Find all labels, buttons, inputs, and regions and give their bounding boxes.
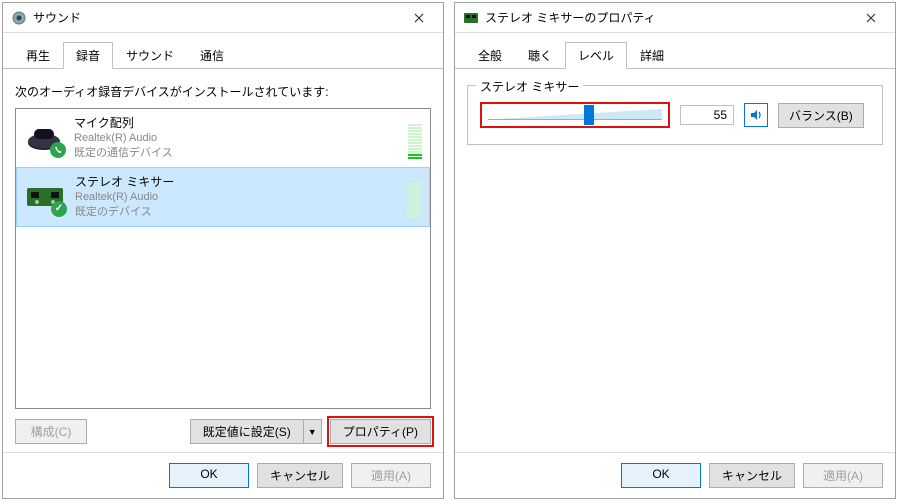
recording-tab-body: 次のオーディオ録音デバイスがインストールされています: マイク配列 Realte…	[3, 69, 443, 452]
level-meter	[407, 174, 421, 220]
cancel-button[interactable]: キャンセル	[709, 463, 795, 488]
bottom-bar: OK キャンセル 適用(A)	[455, 452, 895, 498]
levels-tab-body: ステレオ ミキサー 55 バランス(B)	[455, 69, 895, 452]
volume-slider[interactable]	[480, 102, 670, 128]
properties-button[interactable]: プロパティ(P)	[330, 419, 431, 444]
device-texts: マイク配列 Realtek(R) Audio 既定の通信デバイス	[74, 115, 398, 161]
balance-button[interactable]: バランス(B)	[778, 103, 864, 128]
tab-bar: 全般 聴く レベル 詳細	[455, 33, 895, 69]
tab-recording[interactable]: 録音	[63, 42, 113, 69]
close-button[interactable]	[399, 4, 439, 32]
device-texts: ステレオ ミキサー Realtek(R) Audio 既定のデバイス	[75, 174, 397, 220]
titlebar: ステレオ ミキサーのプロパティ	[455, 3, 895, 33]
ok-button[interactable]: OK	[621, 463, 701, 488]
level-meter	[408, 115, 422, 161]
set-default-button[interactable]: 既定値に設定(S) ▼	[190, 419, 322, 444]
tab-listen[interactable]: 聴く	[515, 42, 565, 69]
tab-levels[interactable]: レベル	[565, 42, 627, 69]
sound-icon	[11, 10, 27, 26]
device-item-stereo-mixer[interactable]: ✓ ステレオ ミキサー Realtek(R) Audio 既定のデバイス	[16, 167, 430, 227]
cancel-button[interactable]: キャンセル	[257, 463, 343, 488]
device-name: マイク配列	[74, 115, 398, 131]
mute-button[interactable]	[744, 103, 768, 127]
device-list[interactable]: マイク配列 Realtek(R) Audio 既定の通信デバイス ✓	[15, 108, 431, 409]
device-item-mic-array[interactable]: マイク配列 Realtek(R) Audio 既定の通信デバイス	[16, 109, 430, 168]
tab-playback[interactable]: 再生	[13, 42, 63, 69]
bottom-bar: OK キャンセル 適用(A)	[3, 452, 443, 498]
mid-button-row: 構成(C) 既定値に設定(S) ▼ プロパティ(P)	[15, 419, 431, 444]
configure-button: 構成(C)	[15, 419, 87, 444]
chip-icon	[463, 10, 479, 26]
device-name: ステレオ ミキサー	[75, 174, 397, 190]
apply-button: 適用(A)	[803, 463, 883, 488]
tab-general[interactable]: 全般	[465, 42, 515, 69]
set-default-dropdown[interactable]: ▼	[304, 419, 322, 444]
set-default-label[interactable]: 既定値に設定(S)	[190, 419, 304, 444]
default-device-badge-icon: ✓	[51, 201, 67, 217]
tab-bar: 再生 録音 サウンド 通信	[3, 33, 443, 69]
sound-dialog: サウンド 再生 録音 サウンド 通信 次のオーディオ録音デバイスがインストールさ…	[2, 2, 444, 499]
device-driver: Realtek(R) Audio	[74, 131, 398, 146]
tab-advanced[interactable]: 詳細	[627, 42, 677, 69]
window-title: ステレオ ミキサーのプロパティ	[485, 9, 851, 26]
ok-button[interactable]: OK	[169, 463, 249, 488]
device-driver: Realtek(R) Audio	[75, 190, 397, 205]
stereo-mixer-icon: ✓	[25, 179, 65, 215]
apply-button: 適用(A)	[351, 463, 431, 488]
instruction-text: 次のオーディオ録音デバイスがインストールされています:	[15, 83, 431, 100]
window-title: サウンド	[33, 9, 399, 26]
groupbox-title: ステレオ ミキサー	[476, 78, 583, 95]
stereo-mixer-groupbox: ステレオ ミキサー 55 バランス(B)	[467, 85, 883, 145]
tab-communications[interactable]: 通信	[187, 42, 237, 69]
device-status: 既定のデバイス	[75, 205, 397, 220]
device-status: 既定の通信デバイス	[74, 146, 398, 161]
slider-thumb[interactable]	[584, 105, 594, 125]
default-comm-badge-icon	[50, 142, 66, 158]
titlebar: サウンド	[3, 3, 443, 33]
speaker-icon	[749, 108, 763, 122]
stereo-mixer-properties-dialog: ステレオ ミキサーのプロパティ 全般 聴く レベル 詳細 ステレオ ミキサー	[454, 2, 896, 499]
close-button[interactable]	[851, 4, 891, 32]
tab-sounds[interactable]: サウンド	[113, 42, 187, 69]
volume-value: 55	[680, 105, 734, 125]
mic-array-icon	[24, 120, 64, 156]
level-row: 55 バランス(B)	[480, 102, 870, 128]
